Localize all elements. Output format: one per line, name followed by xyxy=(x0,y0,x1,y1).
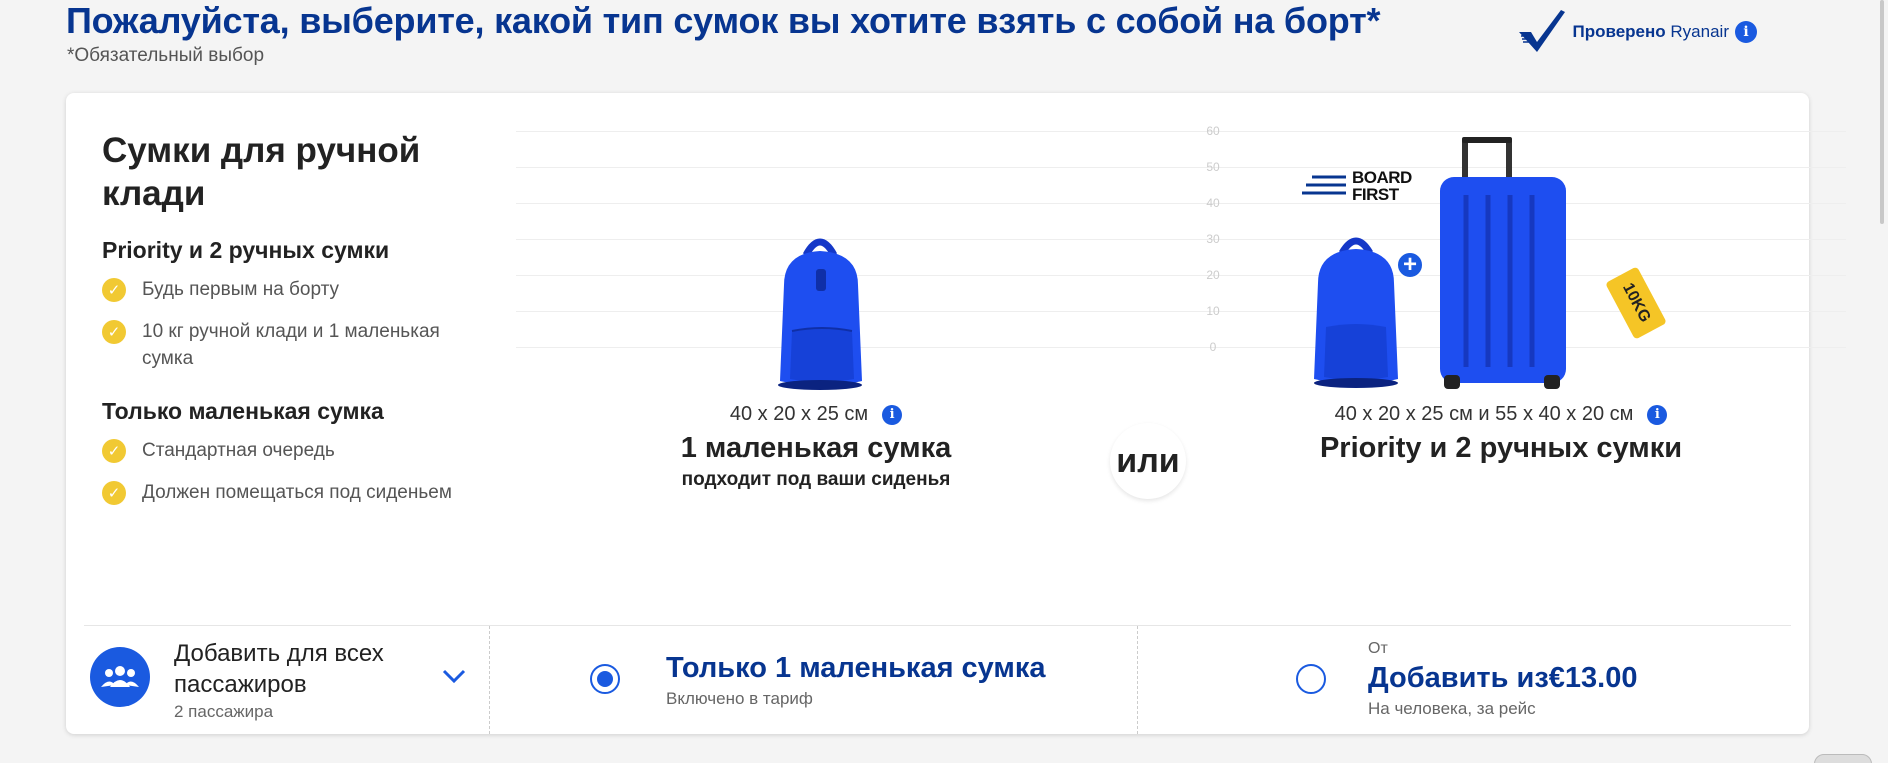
priority-dims: 40 x 20 x 25 см и 55 x 40 x 20 см xyxy=(1334,403,1634,425)
priority-option: 40 x 20 x 25 см и 55 x 40 x 20 см i Prior… xyxy=(1266,403,1736,465)
add-for-all-label: Добавить для всех пассажиров xyxy=(174,640,384,698)
list-item: ✓ Стандартная очередь xyxy=(102,437,482,464)
check-icon: ✓ xyxy=(102,439,126,463)
info-icon[interactable]: i xyxy=(1735,21,1757,43)
selection-bar: Добавить для всех пассажиров 2 пассажира… xyxy=(84,625,1791,734)
passenger-count: 2 пассажира xyxy=(174,702,274,721)
grid-label: 10 xyxy=(1206,304,1220,318)
small-bag-dims-row: 40 x 20 x 25 см i xyxy=(626,403,1006,426)
priority-price: Добавить из€13.00 xyxy=(1368,662,1638,694)
small-features: ✓ Стандартная очередь ✓ Должен помещаться … xyxy=(102,437,482,506)
small-bag-choice-sub: Включено в тариф xyxy=(666,689,813,708)
feature-text: Стандартная очередь xyxy=(142,440,335,461)
small-bag-option: 40 x 20 x 25 см i 1 маленькая сумка подхо… xyxy=(626,403,1006,491)
add-for-all-section[interactable]: Добавить для всех пассажиров 2 пассажира xyxy=(84,626,490,734)
corner-toggle[interactable] xyxy=(1814,754,1872,763)
verified-label: Проверено xyxy=(1572,22,1666,41)
check-icon: ✓ xyxy=(102,481,126,505)
priority-radio[interactable] xyxy=(1296,664,1326,694)
ryanair-check-icon xyxy=(1518,10,1565,52)
grid-label: 50 xyxy=(1206,160,1220,174)
priority-price-sub: На человека, за рейс xyxy=(1368,699,1536,718)
verified-text: Проверено Ryanair xyxy=(1573,22,1730,42)
or-divider: или xyxy=(1110,423,1186,499)
small-bag-subtitle: подходит под ваши сиденья xyxy=(681,469,951,490)
check-icon: ✓ xyxy=(102,320,126,344)
info-icon[interactable]: i xyxy=(1647,404,1668,425)
priority-choice[interactable]: От Добавить из€13.00 На человека, за рей… xyxy=(1138,626,1791,734)
feature-text: Будь первым на борту xyxy=(142,279,340,300)
bags-summary: Сумки для ручной клади Priority и 2 ручн… xyxy=(102,129,482,521)
section-title: Сумки для ручной клади xyxy=(102,131,421,213)
priority-features: ✓ Будь первым на борту ✓ 10 кг ручной клад… xyxy=(102,276,482,372)
scrollbar-thumb[interactable] xyxy=(1880,0,1884,224)
small-bag-choice[interactable]: Только 1 маленькая сумка Включено в тари… xyxy=(490,626,1138,734)
check-icon: ✓ xyxy=(102,278,126,302)
priority-title: Priority и 2 ручных сумки xyxy=(1319,432,1683,464)
cabin-bags-card: Сумки для ручной клади Priority и 2 ручн… xyxy=(66,93,1846,734)
small-bag-dims: 40 x 20 x 25 см xyxy=(729,403,869,425)
grid-label: 40 xyxy=(1206,196,1220,210)
passengers-icon xyxy=(90,647,150,707)
board-first-line2: FIRST xyxy=(1352,185,1399,204)
grid-label: 20 xyxy=(1206,268,1220,282)
board-first-line1: BOARD xyxy=(1352,168,1412,187)
price-from-label: От xyxy=(1368,640,1388,657)
plus-icon: + xyxy=(1396,251,1424,279)
grid-label: 60 xyxy=(1206,124,1220,138)
grid-label: 30 xyxy=(1206,232,1220,246)
weight-tag-text: 10KG xyxy=(1619,280,1654,326)
verified-brand: Ryanair xyxy=(1670,22,1729,41)
group-heading-small: Только маленькая сумка xyxy=(102,398,384,424)
feature-text: 10 кг ручной клади и 1 маленькая сумка xyxy=(142,321,440,369)
backpack-image xyxy=(1314,237,1398,388)
chevron-down-icon[interactable] xyxy=(440,666,468,686)
grid-label: 0 xyxy=(1209,340,1217,354)
passengers-glyph xyxy=(101,666,139,687)
small-bag-title: 1 маленькая сумка xyxy=(680,432,952,464)
small-bag-radio[interactable] xyxy=(590,664,620,694)
list-item: ✓ Должен помещаться под сиденьем xyxy=(102,479,482,506)
backpack-image xyxy=(778,238,862,390)
weight-tag: 10KG xyxy=(1605,266,1667,340)
list-item: ✓ Будь первым на борту xyxy=(102,276,482,303)
priority-dims-row: 40 x 20 x 25 см и 55 x 40 x 20 см i xyxy=(1266,403,1736,426)
required-note: *Обязательный выбор xyxy=(67,45,265,66)
group-heading-priority: Priority и 2 ручных сумки xyxy=(102,237,390,263)
small-bag-choice-title: Только 1 маленькая сумка xyxy=(666,652,1046,684)
list-item: ✓ 10 кг ручной клади и 1 маленькая сумка xyxy=(102,318,482,372)
ryanair-verified-badge: Проверено Ryanair i xyxy=(1515,8,1757,56)
board-first-text: BOARD FIRST xyxy=(1352,169,1412,203)
feature-text: Должен помещаться под сиденьем xyxy=(142,482,452,503)
radio-selected-dot xyxy=(597,671,613,687)
priority-bags-image: BOARD FIRST + 10KG xyxy=(1302,135,1682,397)
page-title: Пожалуйста, выберите, какой тип сумок вы… xyxy=(66,0,1381,41)
suitcase-image xyxy=(1440,137,1566,389)
info-icon[interactable]: i xyxy=(882,404,903,425)
